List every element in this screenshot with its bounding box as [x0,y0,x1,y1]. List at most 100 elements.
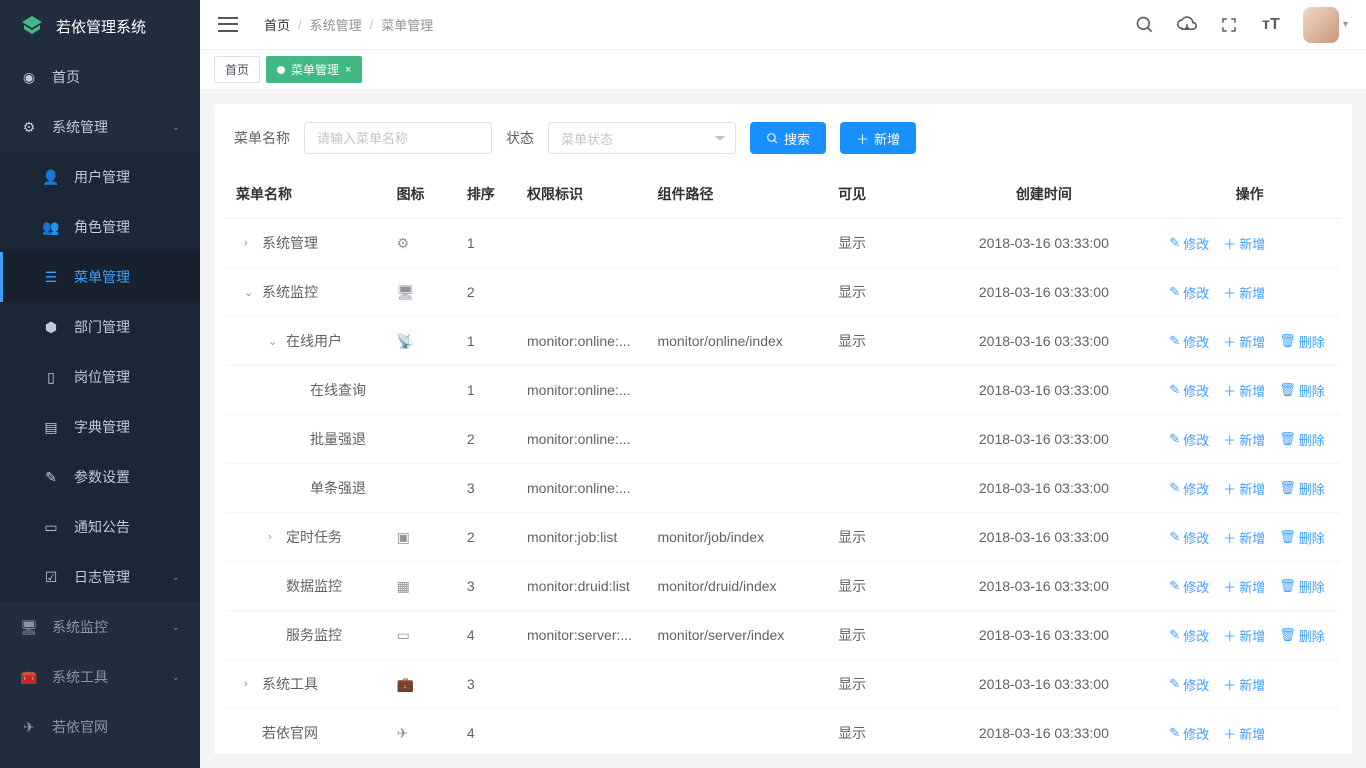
edit-link[interactable]: ✎修改 [1169,724,1209,743]
row-sort: 1 [457,219,517,268]
delete-link[interactable]: 🗑删除 [1279,577,1325,596]
menu-table: 菜单名称 图标 排序 权限标识 组件路径 可见 创建时间 操作 ›系统管理⚙1显… [226,170,1340,754]
plane-icon: ✈ [20,719,38,736]
trash-icon: 🗑 [1279,382,1296,398]
edit-link[interactable]: ✎修改 [1169,577,1209,596]
edit-icon: ✎ [1169,627,1180,643]
edit-link[interactable]: ✎修改 [1169,234,1209,253]
search-button[interactable]: 搜索 [750,122,826,154]
edit-link[interactable]: ✎修改 [1169,381,1209,400]
clock-icon: ▣ [397,529,411,543]
fullscreen-icon[interactable] [1219,15,1239,35]
edit-link[interactable]: ✎修改 [1169,430,1209,449]
add-button[interactable]: ＋ 新增 [840,122,916,154]
sidebar-item-config[interactable]: ✎参数设置 [0,452,200,502]
tree-expand-icon[interactable]: ⌄ [268,335,280,348]
add-link[interactable]: ＋新增 [1223,479,1265,498]
tab-menu[interactable]: 菜单管理 × [266,56,362,83]
add-link[interactable]: ＋新增 [1223,675,1265,694]
font-size-icon[interactable]: тT [1261,15,1281,35]
breadcrumb: 首页 / 系统管理 / 菜单管理 [264,15,433,34]
row-sort: 4 [457,611,517,660]
close-icon[interactable]: × [345,64,351,76]
add-link[interactable]: ＋新增 [1223,430,1265,449]
tree-expand-icon[interactable]: › [244,678,256,690]
add-link[interactable]: ＋新增 [1223,577,1265,596]
table-row: ⌄在线用户📡1monitor:online:...monitor/online/… [226,317,1340,366]
edit-link[interactable]: ✎修改 [1169,332,1209,351]
edit-icon: ✎ [1169,284,1180,300]
chevron-down-icon: ⌄ [172,672,180,683]
sidebar-item-monitor[interactable]: 🖥系统监控⌄ [0,602,200,652]
sidebar-item-dept[interactable]: ⬢部门管理 [0,302,200,352]
row-comp [647,709,828,755]
row-visible [828,366,928,415]
row-visible: 显示 [828,268,928,317]
delete-link[interactable]: 🗑删除 [1279,626,1325,645]
delete-link[interactable]: 🗑删除 [1279,381,1325,400]
tab-active-dot-icon [277,66,285,74]
tree-expand-icon[interactable]: ⌄ [244,286,256,299]
row-name: 系统管理 [262,233,318,253]
add-link[interactable]: ＋新增 [1223,528,1265,547]
sidebar-item-dict[interactable]: ▤字典管理 [0,402,200,452]
edit-link[interactable]: ✎修改 [1169,528,1209,547]
db-icon: ▦ [397,578,411,592]
add-link[interactable]: ＋新增 [1223,283,1265,302]
row-name: 单条强退 [310,478,366,498]
tab-icon: ▯ [42,369,60,386]
edit-icon: ✎ [1169,578,1180,594]
sidebar-item-menu[interactable]: ☰菜单管理 [0,252,200,302]
add-link[interactable]: ＋新增 [1223,332,1265,351]
delete-link[interactable]: 🗑删除 [1279,528,1325,547]
message-icon: ▭ [42,519,60,536]
edit-link[interactable]: ✎修改 [1169,283,1209,302]
breadcrumb-home[interactable]: 首页 [264,15,290,34]
delete-link[interactable]: 🗑删除 [1279,332,1325,351]
sidebar-item-system[interactable]: ⚙ 系统管理 ⌄ [0,102,200,152]
row-name: 在线用户 [286,331,342,351]
sidebar-item-tool[interactable]: 🧰系统工具⌄ [0,652,200,702]
plus-icon: ＋ [1223,724,1236,743]
hamburger-icon[interactable] [218,15,238,35]
state-select[interactable]: 菜单状态 [548,122,736,154]
row-comp [647,464,828,513]
avatar-dropdown[interactable]: ▾ [1303,7,1348,43]
sidebar-item-notice[interactable]: ▭通知公告 [0,502,200,552]
sidebar-item-role[interactable]: 👥角色管理 [0,202,200,252]
row-sort: 2 [457,415,517,464]
cloud-download-icon[interactable] [1177,15,1197,35]
sidebar-item-post[interactable]: ▯岗位管理 [0,352,200,402]
sidebar-item-user[interactable]: 👤用户管理 [0,152,200,202]
tabs-bar: 首页 菜单管理 × [200,50,1366,90]
tab-home[interactable]: 首页 [214,56,260,83]
menu-name-input[interactable] [304,122,492,154]
gear-icon: ⚙ [397,235,411,249]
add-link[interactable]: ＋新增 [1223,626,1265,645]
edit-link[interactable]: ✎修改 [1169,626,1209,645]
table-row: 服务监控▭4monitor:server:...monitor/server/i… [226,611,1340,660]
row-time: 2018-03-16 03:33:00 [928,366,1159,415]
row-visible: 显示 [828,611,928,660]
search-icon[interactable] [1135,15,1155,35]
tree-expand-icon[interactable]: › [244,237,256,249]
tree-expand-icon[interactable]: › [268,531,280,543]
edit-link[interactable]: ✎修改 [1169,479,1209,498]
sidebar-item-home[interactable]: ◉ 首页 [0,52,200,102]
edit-icon: ✎ [1169,333,1180,349]
row-perm: monitor:online:... [517,415,647,464]
sidebar-item-site[interactable]: ✈若依官网 [0,702,200,752]
edit-link[interactable]: ✎修改 [1169,675,1209,694]
row-visible: 显示 [828,513,928,562]
delete-link[interactable]: 🗑删除 [1279,430,1325,449]
book-icon: ▤ [42,419,60,436]
sidebar-item-log[interactable]: ☑日志管理⌄ [0,552,200,602]
add-link[interactable]: ＋新增 [1223,724,1265,743]
row-sort: 1 [457,317,517,366]
delete-link[interactable]: 🗑删除 [1279,479,1325,498]
edit-icon: ✎ [42,469,60,486]
add-link[interactable]: ＋新增 [1223,381,1265,400]
add-link[interactable]: ＋新增 [1223,234,1265,253]
search-icon [766,132,779,145]
chevron-down-icon: ▾ [1343,19,1348,30]
